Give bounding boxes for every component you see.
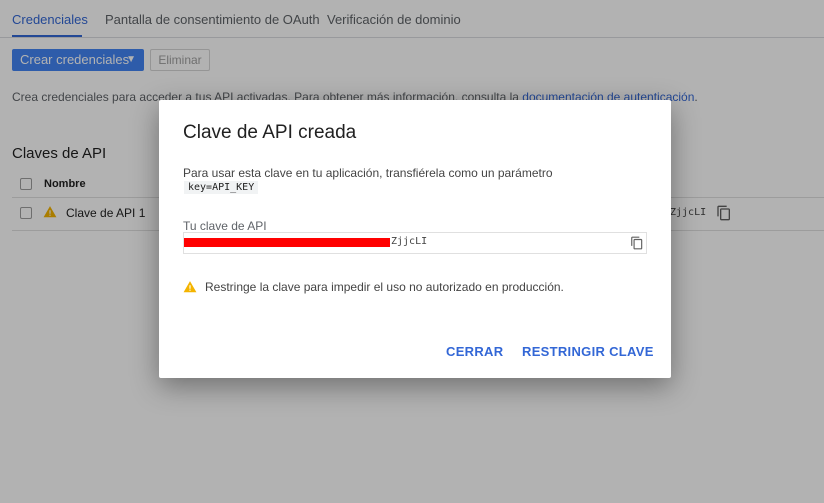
param-code: key=API_KEY bbox=[184, 181, 259, 194]
dialog-title: Clave de API creada bbox=[183, 122, 357, 143]
api-key-created-dialog: Clave de API creada Para usar esta clave… bbox=[159, 100, 671, 378]
warning-icon bbox=[183, 281, 197, 293]
restriction-warning: Restringe la clave para impedir el uso n… bbox=[205, 280, 564, 294]
restrict-key-button[interactable]: RESTRINGIR CLAVE bbox=[522, 344, 654, 359]
redacted-key-bar bbox=[184, 238, 390, 247]
close-button[interactable]: CERRAR bbox=[446, 344, 503, 359]
api-key-label: Tu clave de API bbox=[183, 219, 267, 233]
dialog-description: Para usar esta clave en tu aplicación, t… bbox=[183, 166, 553, 180]
api-key-field[interactable]: ZjjcLI bbox=[183, 232, 647, 254]
api-key-visible-tail: ZjjcLI bbox=[391, 236, 428, 247]
copy-icon[interactable] bbox=[630, 236, 644, 250]
